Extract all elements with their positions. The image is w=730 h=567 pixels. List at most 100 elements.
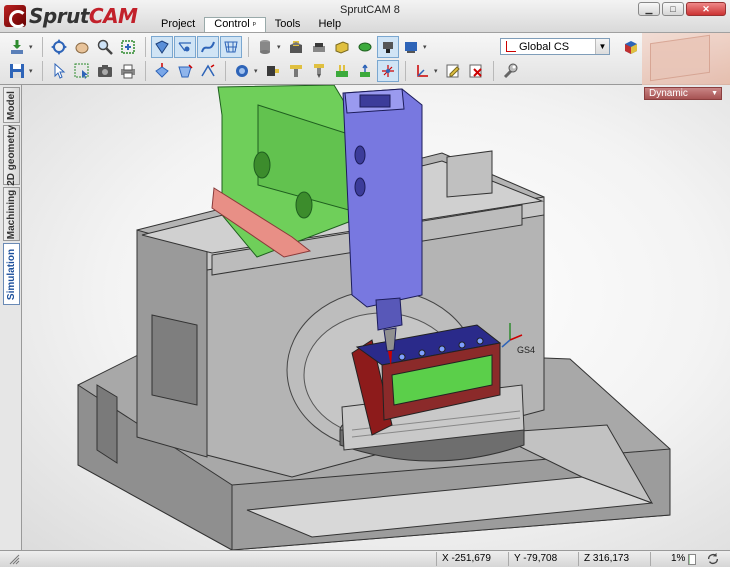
pan-button[interactable]: [48, 36, 70, 58]
toolbar-row-1: ▾ ▾ ▾: [6, 35, 431, 59]
menu-control-label: Control: [214, 18, 250, 30]
model-button[interactable]: [354, 36, 376, 58]
logo-text-sprut: Sprut: [29, 4, 89, 28]
coolant-button[interactable]: [331, 60, 353, 82]
tab-simulation[interactable]: Simulation: [3, 243, 20, 305]
tab-machining-label: Machining: [6, 189, 18, 239]
origin-button[interactable]: [354, 60, 376, 82]
part-block-icon: [335, 41, 349, 54]
close-button[interactable]: ✕: [686, 2, 726, 16]
import-dropdown-icon[interactable]: ▾: [29, 43, 37, 51]
rotate-button[interactable]: [231, 60, 253, 82]
rotate-view-button[interactable]: [71, 36, 93, 58]
rotate-icon: [236, 65, 248, 77]
origin-icon: [360, 64, 370, 77]
pin-icon[interactable]: ᵖ: [253, 20, 256, 29]
3d-viewport[interactable]: GS4 Dynamic ▼: [22, 85, 730, 550]
show-mesh-button[interactable]: [220, 36, 242, 58]
spindle-button[interactable]: [308, 60, 330, 82]
status-y-coordinate: Y -79,708: [514, 553, 558, 564]
select-button[interactable]: [48, 60, 70, 82]
coordinate-system-dropdown-icon[interactable]: ▾: [434, 67, 442, 75]
render-mode-value: Dynamic: [649, 88, 688, 99]
edit-cs-icon: [446, 64, 460, 78]
machine-view-dropdown-icon[interactable]: ▾: [423, 43, 431, 51]
render-mode-select[interactable]: Dynamic ▼: [644, 87, 722, 100]
window-select-button[interactable]: [71, 60, 93, 82]
spindle-icon: [314, 64, 324, 78]
tool-button[interactable]: [285, 60, 307, 82]
refresh-icon[interactable]: [706, 552, 720, 566]
status-x-coordinate: X -251,679: [442, 553, 491, 564]
cylinder-icon: [260, 40, 270, 54]
shade-surfaces-button[interactable]: [151, 36, 173, 58]
show-points-button[interactable]: [174, 36, 196, 58]
status-z-coordinate: Z 316,173: [584, 553, 630, 564]
machine-view-button[interactable]: [400, 36, 422, 58]
print-button[interactable]: [117, 60, 139, 82]
tab-2d-geometry[interactable]: 2D geometry: [3, 125, 20, 185]
axes-button[interactable]: [377, 60, 399, 82]
tab-simulation-label: Simulation: [6, 248, 17, 300]
workpiece-dropdown-icon[interactable]: ▾: [277, 43, 285, 51]
save-dropdown-icon[interactable]: ▾: [29, 67, 37, 75]
status-grip-icon: [9, 554, 20, 565]
fixture-button[interactable]: [308, 36, 330, 58]
minimize-button[interactable]: ▁: [638, 2, 660, 16]
tab-2d-geometry-label: 2D geometry: [6, 124, 18, 186]
machine-view-icon: [405, 42, 417, 53]
screenshot-button[interactable]: [94, 60, 116, 82]
shaded-surface-icon: [155, 40, 169, 54]
color-cube-icon: [625, 41, 637, 54]
import-button[interactable]: [6, 36, 28, 58]
coordinate-system-value: Global CS: [519, 40, 570, 53]
zoom-button[interactable]: [94, 36, 116, 58]
axes-icon: [382, 65, 394, 77]
tab-model[interactable]: Model: [3, 87, 20, 123]
show-curves-button[interactable]: [197, 36, 219, 58]
zoom-fit-button[interactable]: [117, 36, 139, 58]
pocket-surface-button[interactable]: [174, 60, 196, 82]
tool-holder-button[interactable]: [262, 60, 284, 82]
machine-scene: GS4: [77, 85, 671, 550]
select-window-icon: [74, 63, 89, 79]
delete-coordinate-button[interactable]: [465, 60, 487, 82]
coordinate-system-button[interactable]: [411, 60, 433, 82]
magnifier-icon: [97, 39, 113, 55]
curve-icon: [201, 41, 215, 53]
simulation-progress: 1%: [671, 553, 686, 564]
surface-normals-button[interactable]: [151, 60, 173, 82]
machine-button[interactable]: [285, 36, 307, 58]
save-button[interactable]: [6, 60, 28, 82]
coordinate-system-select[interactable]: Global CS ▼: [500, 38, 610, 55]
menu-tools[interactable]: Tools: [266, 17, 310, 32]
toolbar-row-2: ▾ ▾ ▾: [6, 59, 522, 83]
menu-help[interactable]: Help: [309, 17, 350, 32]
surface-normal-icon: [155, 63, 169, 78]
toolpath-button[interactable]: [377, 36, 399, 58]
logo-text-cam: CAM: [88, 4, 138, 28]
tab-model-label: Model: [6, 90, 18, 120]
wrench-icon: [503, 63, 518, 79]
progress-bar: [688, 554, 696, 565]
floppy-disk-icon: [10, 64, 24, 78]
options-button[interactable]: [499, 60, 521, 82]
wireframe-button[interactable]: [197, 60, 219, 82]
workpiece-button[interactable]: [254, 36, 276, 58]
menu-control[interactable]: Control ᵖ: [204, 17, 266, 32]
edit-coordinate-button[interactable]: [442, 60, 464, 82]
rotate-dropdown-icon[interactable]: ▾: [254, 67, 262, 75]
vise-icon: [313, 43, 325, 52]
zoom-fit-icon: [121, 40, 135, 54]
status-bar: X -251,679 Y -79,708 Z 316,173 1%: [0, 550, 730, 567]
delete-cs-icon: [469, 64, 482, 78]
chevron-down-icon[interactable]: ▼: [595, 39, 609, 54]
camera-icon: [98, 65, 112, 77]
side-tab-bar: Model 2D geometry Machining Simulation: [0, 85, 22, 550]
display-settings-button[interactable]: [620, 36, 642, 58]
maximize-button[interactable]: □: [662, 2, 684, 16]
menu-project[interactable]: Project: [152, 17, 204, 32]
part-button[interactable]: [331, 36, 353, 58]
machine-icon: [290, 41, 302, 53]
tab-machining[interactable]: Machining: [3, 187, 20, 241]
